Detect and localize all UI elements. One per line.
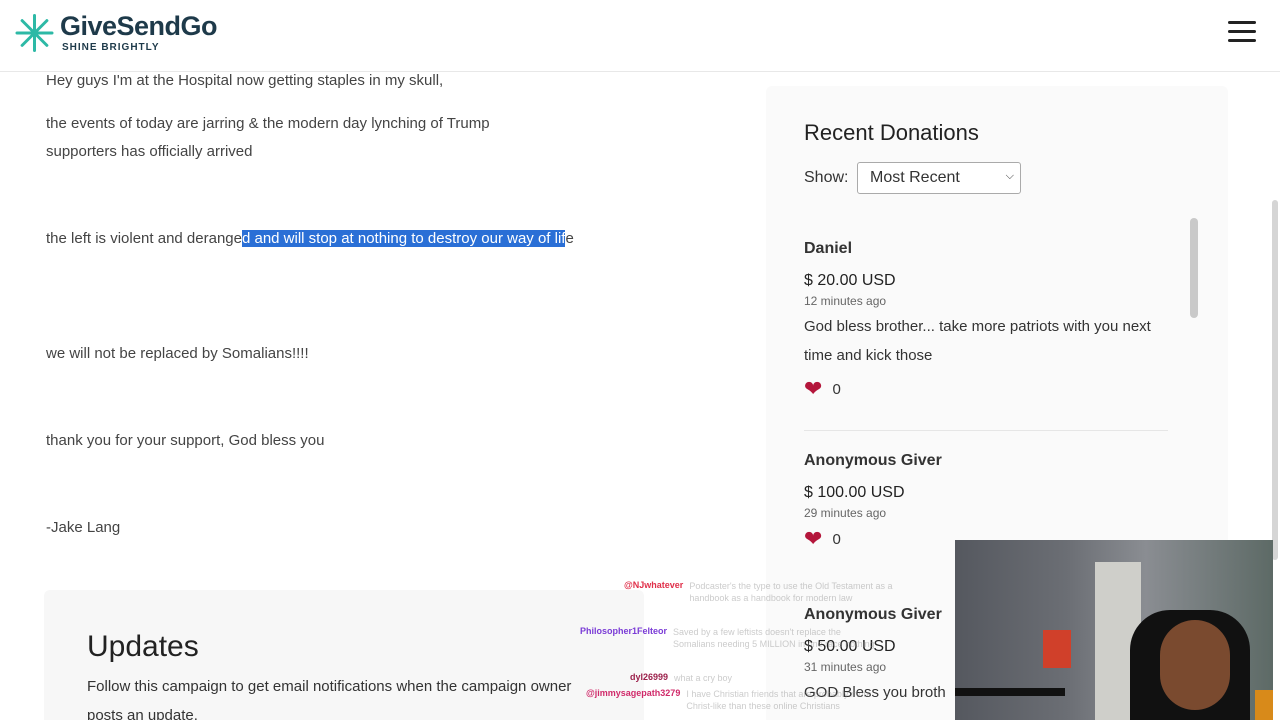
sort-select-value: Most Recent <box>870 169 960 186</box>
like-count: 0 <box>832 530 841 548</box>
chat-message: dyl26999 what a cry boy <box>630 672 874 684</box>
chat-username: @NJwhatever <box>624 580 684 590</box>
donation-likes: ❤ 0 <box>804 378 1170 400</box>
selected-text: d and will stop at nothing to destroy ou… <box>241 230 566 247</box>
chat-text: Saved by a few leftists doesn't replace … <box>673 627 875 649</box>
webcam-feed <box>955 540 1273 720</box>
story-line: thank you for your support, God bless yo… <box>46 432 325 449</box>
story-text: the left is violent and derange <box>46 230 242 247</box>
donation-item: Anonymous Giver $ 100.00 USD 29 minutes … <box>804 452 1170 550</box>
donation-message: God bless brother... take more patriots … <box>804 318 1151 364</box>
story-line: the events of today are jarring & the mo… <box>46 115 490 160</box>
logo-tagline: SHINE BRIGHTLY <box>62 42 160 53</box>
heart-icon[interactable]: ❤ <box>804 528 822 550</box>
donation-item: Daniel $ 20.00 USD 12 minutes ago God bl… <box>804 240 1170 400</box>
stream-chat-overlay: @NJwhatever Podcaster's the type to use … <box>570 578 910 718</box>
chat-message: @NJwhatever Podcaster's the type to use … <box>624 580 899 604</box>
story-line: Hey guys I'm at the Hospital now getting… <box>46 72 444 89</box>
donation-time: 12 minutes ago <box>804 294 887 308</box>
site-header: GiveSendGo SHINE BRIGHTLY <box>0 0 1280 72</box>
updates-title: Updates <box>87 630 199 663</box>
chat-message: Philosopher1Felteor Saved by a few lefti… <box>580 626 883 650</box>
recent-donations-title: Recent Donations <box>804 120 979 145</box>
chat-username: Philosopher1Felteor <box>580 626 668 636</box>
donor-name: Daniel <box>804 240 853 257</box>
donor-name: Anonymous Giver <box>804 452 942 469</box>
donation-amount: $ 20.00 USD <box>804 272 896 289</box>
chat-username: @jimmysagepath3279 <box>586 688 681 698</box>
chat-text: I have Christian friends that are probab… <box>686 689 872 711</box>
chat-message: @jimmysagepath3279 I have Christian frie… <box>586 688 896 712</box>
donation-amount: $ 100.00 USD <box>804 484 905 501</box>
story-signature: -Jake Lang <box>46 519 121 536</box>
chat-username: dyl26999 <box>630 672 669 682</box>
story-line: we will not be replaced by Somalians!!!! <box>46 345 309 362</box>
donation-time: 29 minutes ago <box>804 506 887 520</box>
show-label: Show: <box>804 169 849 186</box>
givesendgo-logo[interactable]: GiveSendGo SHINE BRIGHTLY <box>14 10 218 56</box>
updates-section: Updates Follow this campaign to get emai… <box>44 590 644 720</box>
logo-starburst-icon <box>14 10 54 56</box>
like-count: 0 <box>832 380 841 398</box>
donations-scrollbar[interactable] <box>1190 218 1198 318</box>
updates-description: Follow this campaign to get email notifi… <box>87 678 572 720</box>
page-scrollbar[interactable] <box>1272 200 1278 560</box>
story-text: e <box>565 230 574 247</box>
story-line-selected: the left is violent and deranged and wil… <box>46 225 606 253</box>
sort-select[interactable]: Most Recent ⌵ <box>857 162 1021 194</box>
chat-text: Podcaster's the type to use the Old Test… <box>689 581 893 603</box>
chevron-down-icon: ⌵ <box>1005 170 1014 182</box>
heart-icon[interactable]: ❤ <box>804 378 822 400</box>
chat-text: what a cry boy <box>674 673 733 683</box>
hamburger-menu-icon[interactable] <box>1228 21 1256 45</box>
divider <box>804 430 1168 431</box>
logo-name: GiveSendGo <box>60 11 218 41</box>
